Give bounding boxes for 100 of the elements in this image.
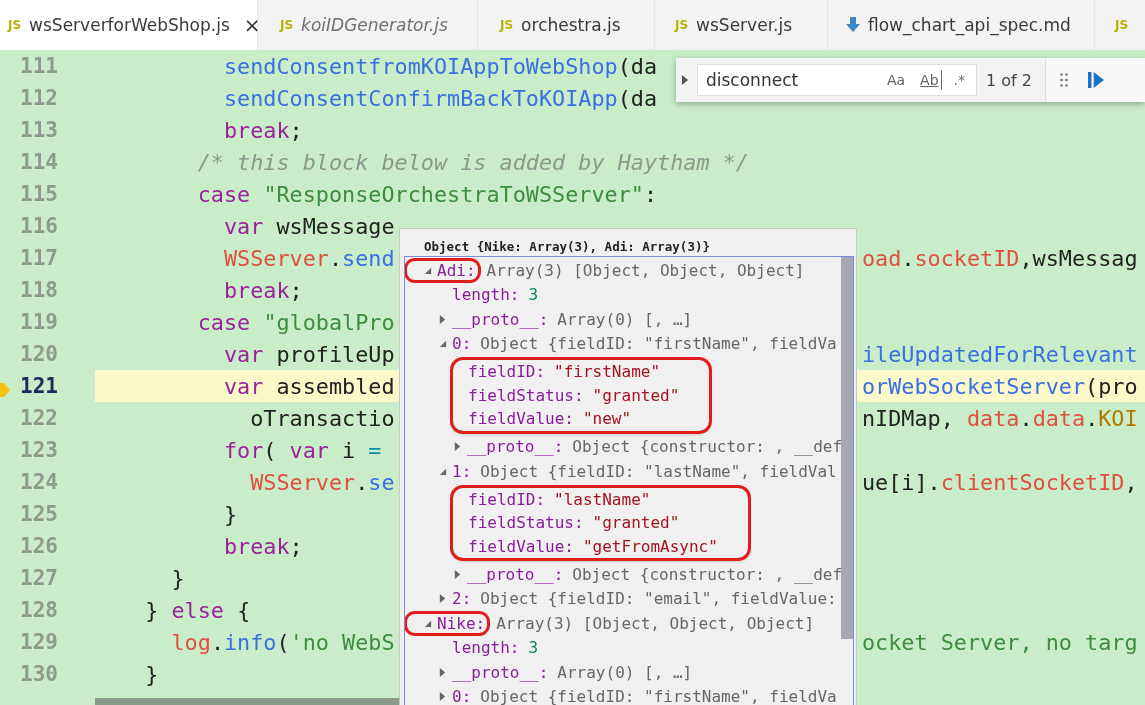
code-token: orWebSocketServer — [862, 373, 1086, 399]
code-token: case — [197, 309, 251, 335]
code-token: var — [224, 213, 264, 239]
line-number: 127 — [20, 566, 58, 590]
code-token: var — [224, 373, 264, 399]
code-token: WSServer — [224, 245, 329, 271]
property-key: fieldStatus: — [468, 385, 584, 405]
code-token: break — [224, 117, 290, 143]
line-number: 115 — [20, 182, 58, 206]
code-token: sendConsentfromKOIAppToWebShop — [224, 53, 618, 79]
search-option-toggle[interactable]: .* — [950, 70, 968, 90]
property-value: Object {fieldID: "firstName", fieldVa — [480, 687, 837, 705]
drag-handle-icon[interactable] — [1059, 73, 1068, 87]
expand-chevron-icon[interactable] — [682, 75, 688, 85]
code-token: info — [224, 629, 277, 655]
editor-tab[interactable]: JS orchestra.js — [478, 0, 655, 50]
property-value: "granted" — [592, 513, 680, 533]
find-input[interactable]: disconnect Aa Ab .* — [697, 64, 977, 96]
line-number: 123 — [20, 438, 58, 462]
match-count: 1 of 2 — [986, 70, 1032, 90]
property-key: __proto__: — [452, 309, 549, 329]
property-key: 0: — [452, 334, 472, 354]
code-token: { — [237, 597, 251, 623]
code-token: "globalPro — [263, 309, 395, 335]
expand-triangle-icon[interactable] — [437, 339, 447, 349]
editor-tab[interactable]: JS wsServerforWebShop.js × — [0, 0, 258, 50]
code-token: case — [197, 181, 251, 207]
property-key: 0: — [452, 687, 472, 705]
property-value: "new" — [582, 409, 632, 429]
code-token: } — [171, 565, 185, 591]
code-token: data — [967, 405, 1020, 431]
code-token: se — [368, 469, 395, 495]
expand-triangle-icon[interactable] — [437, 314, 447, 324]
code-token: ; — [289, 277, 303, 303]
search-option-toggle[interactable]: Ab — [917, 70, 942, 90]
line-number: 121 — [20, 374, 58, 398]
property-key: fieldStatus: — [468, 513, 584, 533]
property-key: fieldValue: — [468, 409, 574, 429]
code-token: wsMessage — [276, 213, 395, 239]
property-value: Array(3) [Object, Object, Object] — [486, 260, 805, 280]
code-token: assembled — [276, 373, 395, 399]
property-key: fieldID: — [468, 362, 546, 382]
breakpoint-arrow-icon — [0, 382, 10, 398]
scrollbar-thumb[interactable] — [841, 257, 853, 639]
property-value: Object {fieldID: "firstName", fieldVa — [480, 334, 837, 354]
property-value: Array(3) [Object, Object, Object] — [496, 613, 815, 633]
code-token: WSServer — [250, 469, 356, 495]
expand-triangle-icon[interactable] — [437, 667, 447, 677]
property-key: __proto__: — [452, 662, 549, 682]
property-value: "granted" — [592, 385, 680, 405]
code-token: oTransactio — [250, 405, 395, 431]
expand-triangle-icon[interactable] — [437, 692, 447, 702]
expand-triangle-icon[interactable] — [422, 618, 432, 628]
code-token: break — [224, 277, 290, 303]
line-number: 114 — [20, 150, 58, 174]
code-token: oad — [862, 245, 902, 271]
property-key: length: — [452, 638, 520, 658]
property-key: Nike: — [437, 613, 486, 633]
code-token: KOI — [1098, 405, 1138, 431]
property-value: Array(0) [, …] — [557, 309, 693, 329]
code-token: } — [145, 661, 159, 687]
line-number: 130 — [20, 662, 58, 686]
property-value: "firstName" — [554, 362, 661, 382]
code-token: ocket Server, no targ — [862, 629, 1138, 655]
code-token: (pro — [1085, 373, 1138, 399]
search-option-toggle[interactable]: Aa — [883, 70, 909, 90]
code-token: send — [342, 245, 395, 271]
continue-icon[interactable] — [1087, 72, 1104, 88]
code-token: . — [901, 245, 915, 271]
code-token: 'no WebS — [289, 629, 395, 655]
line-number: 126 — [20, 534, 58, 558]
line-number: 119 — [20, 310, 58, 334]
js-file-icon: JS — [675, 18, 689, 32]
expand-triangle-icon[interactable] — [452, 442, 462, 452]
editor-tab[interactable]: JS wsServer.js — [655, 0, 828, 50]
line-number: 124 — [20, 470, 58, 494]
property-key: fieldValue: — [468, 536, 574, 556]
expand-triangle-icon[interactable] — [452, 569, 462, 579]
js-file-icon: JS — [500, 18, 514, 32]
code-token: /* this block below is added by Haytham */ — [197, 149, 749, 175]
code-token: ( — [276, 629, 290, 655]
expand-triangle-icon[interactable] — [437, 594, 447, 604]
close-button[interactable]: × — [243, 13, 261, 37]
code-token: ue[i]. — [862, 469, 941, 495]
code-token: i — [342, 437, 356, 463]
editor-tab[interactable]: flow_chart_api_spec.md — [828, 0, 1095, 50]
code-token: ; — [289, 533, 303, 559]
property-key: 2: — [452, 589, 472, 609]
js-file-icon: JS — [280, 18, 294, 32]
editor-tab[interactable]: JS koiIDGenerator.js — [258, 0, 478, 50]
expand-triangle-icon[interactable] — [437, 466, 447, 476]
code-token: var — [224, 341, 264, 367]
code-token: . — [1085, 405, 1099, 431]
code-token: sendConsentConfirmBackToKOIApp — [224, 85, 618, 111]
code-token: = — [368, 437, 382, 463]
code-token: for — [224, 437, 264, 463]
code-token: nIDMap, — [862, 405, 954, 431]
code-token: ,wsMessag — [1019, 245, 1138, 271]
expand-triangle-icon[interactable] — [422, 265, 432, 275]
line-number: 129 — [20, 630, 58, 654]
